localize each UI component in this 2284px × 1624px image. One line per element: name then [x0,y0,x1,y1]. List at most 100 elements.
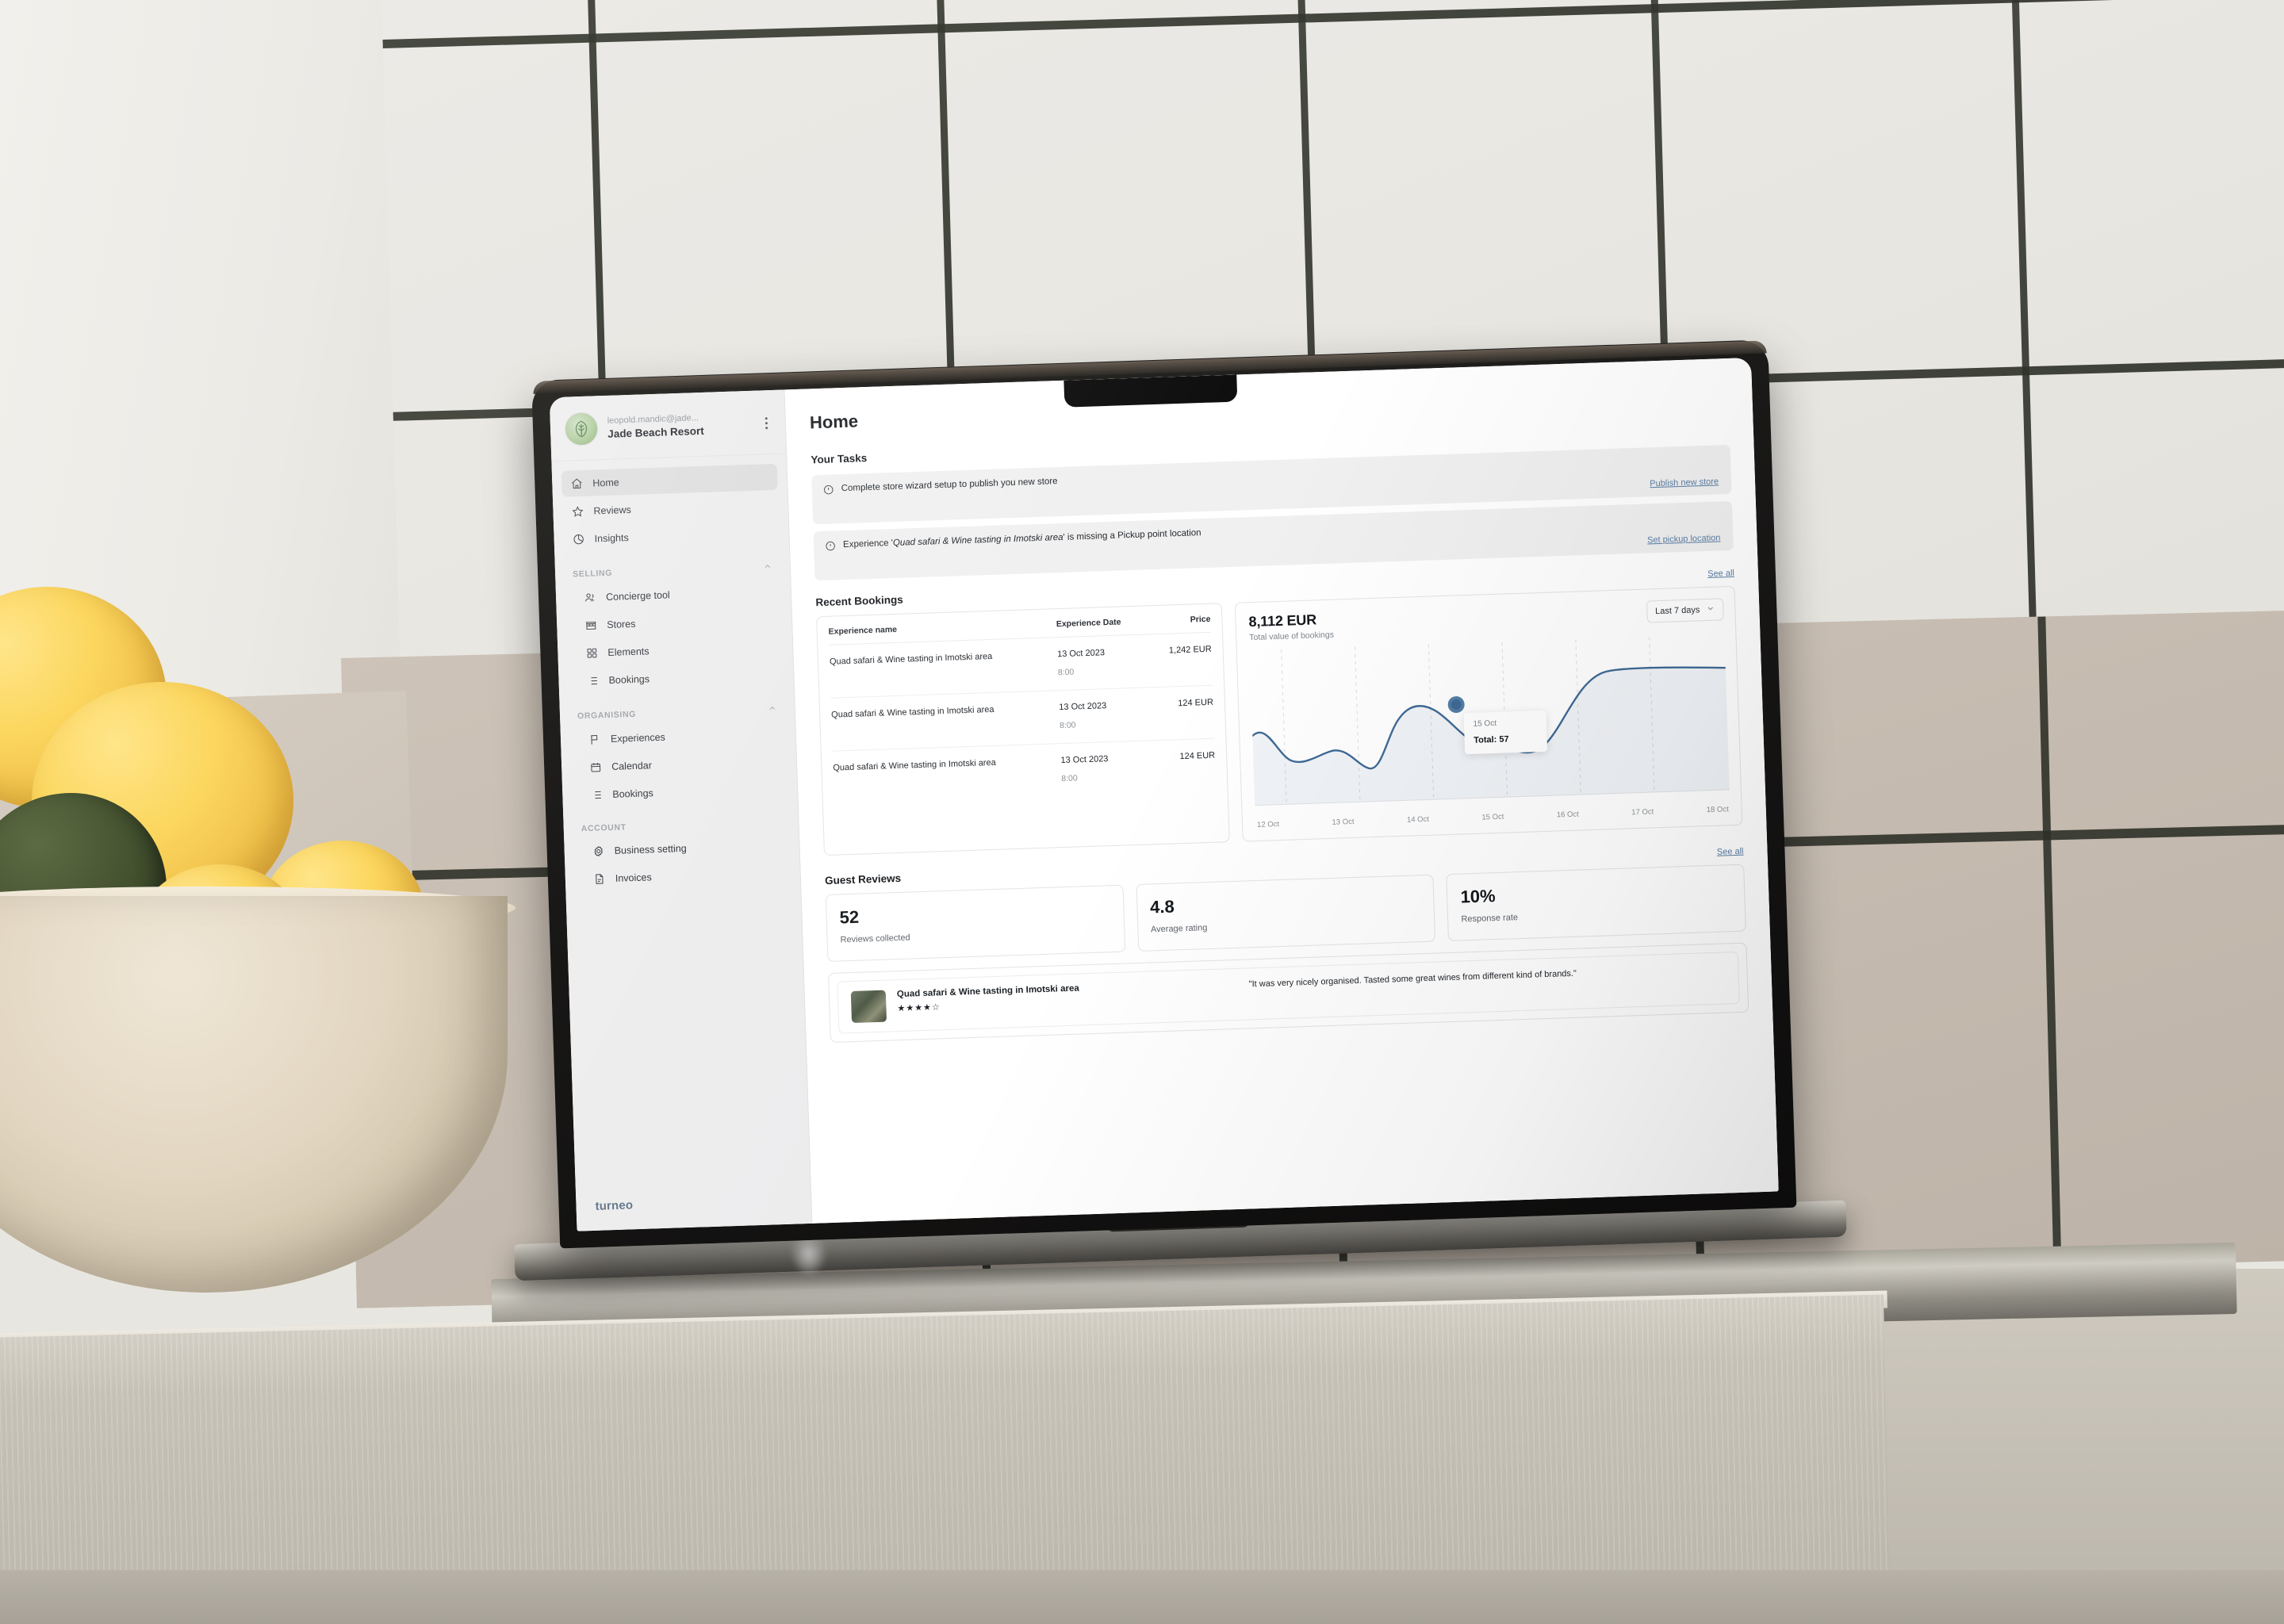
sidebar-item-label: Reviews [593,504,631,516]
cell-experience-name: Quad safari & Wine tasting in Imotski ar… [829,637,1059,699]
users-icon [583,590,597,604]
account-name: Jade Beach Resort [607,424,705,440]
cell-experience-date: 13 Oct 2023 8:00 [1058,687,1154,744]
cell-price: 124 EUR [1151,685,1215,741]
x-tick: 15 Oct [1481,812,1504,822]
alert-circle-icon [825,540,837,553]
floor-strip [0,1570,2284,1624]
x-tick: 17 Oct [1631,807,1654,817]
chart-plot-area: 15 Oct Total: 57 [1250,634,1730,816]
list-icon [585,673,600,688]
guest-reviews-heading: Guest Reviews [824,871,902,887]
cell-experience-name: Quad safari & Wine tasting in Imotski ar… [830,690,1060,752]
x-tick: 16 Oct [1556,810,1580,820]
chevron-up-icon[interactable] [763,561,772,573]
store-icon [584,618,598,632]
stat-card-response-rate: 10% Response rate [1446,864,1746,941]
laptop-lid: leopold.mandic@jade... Jade Beach Resort… [531,339,1797,1249]
stat-value: 10% [1460,885,1496,907]
cell-experience-name: Quad safari & Wine tasting in Imotski ar… [833,758,996,773]
stat-label: Response rate [1461,912,1519,925]
sidebar-item-label: Business setting [614,842,687,856]
cell-experience-time: 8:00 [1061,773,1078,784]
reviews-list: Quad safari & Wine tasting in Imotski ar… [827,942,1749,1043]
tooltip-date: 15 Oct [1473,718,1497,729]
cell-experience-time: 8:00 [1057,667,1075,678]
recent-bookings-see-all-link[interactable]: See all [1707,569,1734,579]
turneo-logo: turneo [595,1198,634,1213]
sidebar-item-label: Bookings [612,787,653,800]
alert-circle-icon [823,484,835,497]
set-pickup-location-link[interactable]: Set pickup location [1647,533,1721,545]
date-range-select[interactable]: Last 7 days [1646,598,1724,623]
stat-label: Average rating [1150,922,1208,935]
chevron-up-icon[interactable] [768,703,777,715]
tooltip-value: Total: 57 [1473,734,1509,745]
photo-scene: leopold.mandic@jade... Jade Beach Resort… [0,0,2284,1624]
x-tick: 18 Oct [1706,804,1729,814]
sidebar-item-label: Experiences [610,731,666,745]
account-switcher[interactable]: leopold.mandic@jade... Jade Beach Resort [549,389,787,462]
sidebar: leopold.mandic@jade... Jade Beach Resort… [549,389,813,1231]
cell-experience-date: 13 Oct 2023 8:00 [1060,741,1155,797]
column-header-price: Price [1148,603,1211,634]
stat-card-average-rating: 4.8 Average rating [1136,874,1436,952]
sidebar-nav: Home Reviews Insights SELLING Concierge … [551,454,810,1185]
cell-price: 1,242 EUR [1149,632,1213,688]
recent-bookings-table: Experience name Experience Date Price Qu… [816,603,1230,856]
stat-value: 4.8 [1149,896,1175,917]
date-range-label: Last 7 days [1654,605,1700,617]
guest-reviews-see-all-link[interactable]: See all [1717,846,1744,856]
task-text: Complete store wizard setup to publish y… [841,477,1058,494]
star-icon [570,504,584,519]
kebab-menu-icon[interactable] [761,413,773,431]
flag-icon [588,732,602,746]
column-header-experience-date: Experience Date [1056,606,1150,638]
cell-experience-date: 13 Oct 2023 8:00 [1056,634,1152,691]
sidebar-item-label: Home [592,476,619,489]
page-title: Home [809,411,859,433]
turneo-dashboard-app: leopold.mandic@jade... Jade Beach Resort… [549,357,1779,1231]
cell-experience-time: 8:00 [1059,720,1076,731]
sidebar-item-label: Calendar [611,759,653,772]
stat-card-reviews-collected: 52 Reviews collected [825,884,1125,962]
sidebar-group-label: SELLING [572,568,613,579]
chevron-down-icon [1706,604,1715,615]
sidebar-item-label: Invoices [615,871,652,884]
house-icon [569,477,584,491]
sidebar-item-label: Bookings [608,672,650,686]
list-icon [589,787,604,802]
laptop: leopold.mandic@jade... Jade Beach Resort… [514,339,1847,1331]
chart-subtitle: Total value of bookings [1249,630,1335,643]
task-text: Experience 'Quad safari & Wine tasting i… [842,528,1201,550]
pie-chart-icon [571,532,585,546]
x-tick: 13 Oct [1332,817,1355,827]
sidebar-item-label: Insights [594,531,629,544]
chart-tooltip: 15 Oct Total: 57 [1463,710,1547,755]
sidebar-item-label: Stores [607,618,636,630]
document-icon [592,871,607,886]
x-tick: 14 Oct [1406,814,1430,825]
bookings-value-chart-card: 8,112 EUR Total value of bookings Last 7… [1234,585,1743,842]
calendar-icon [588,760,603,774]
laptop-screen: leopold.mandic@jade... Jade Beach Resort… [549,357,1779,1231]
gear-icon [591,844,605,858]
webcam-notch [1063,374,1238,408]
total-bookings-value: 8,112 EUR [1248,611,1317,630]
main-content: Home Your Tasks Complete store wizard se… [784,357,1779,1224]
sidebar-item-label: Concierge tool [605,588,670,603]
sidebar-group-label: ACCOUNT [581,822,627,834]
publish-new-store-link[interactable]: Publish new store [1650,477,1719,488]
review-quote: "It was very nicely organised. Tasted so… [1248,968,1577,990]
leaf-logo-icon [564,412,599,446]
experience-thumbnail [850,990,887,1023]
sidebar-item-invoices[interactable]: Invoices [584,860,791,893]
stat-value: 52 [839,906,860,928]
recent-bookings-heading: Recent Bookings [815,593,903,609]
x-tick: 12 Oct [1256,819,1280,829]
sidebar-group-label: ORGANISING [577,709,637,721]
sidebar-item-label: Elements [607,645,650,658]
review-row[interactable]: Quad safari & Wine tasting in Imotski ar… [837,951,1740,1034]
cell-price: 124 EUR [1179,750,1216,762]
grid-icon [584,645,599,660]
